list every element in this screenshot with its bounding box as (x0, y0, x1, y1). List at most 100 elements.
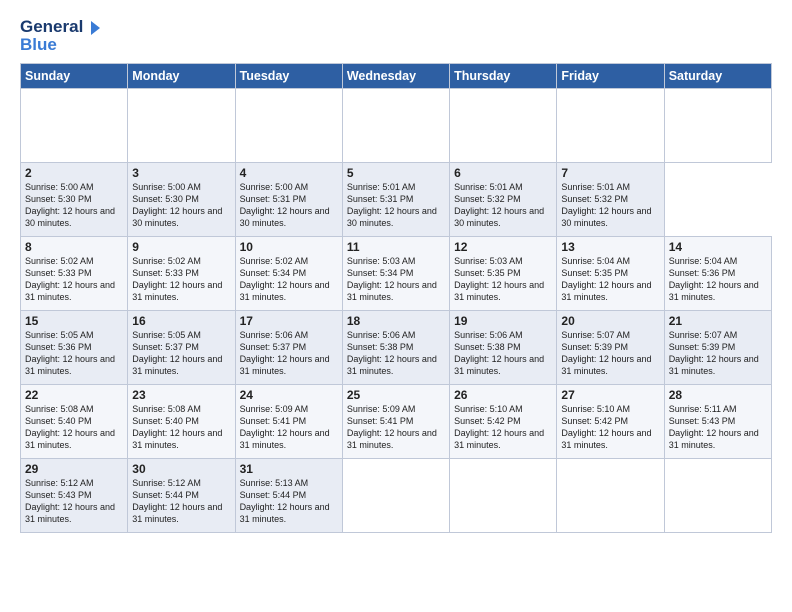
day-number: 25 (347, 388, 445, 402)
day-number: 20 (561, 314, 659, 328)
calendar-cell: 29 Sunrise: 5:12 AMSunset: 5:43 PMDayligh… (21, 458, 128, 532)
calendar-cell: 27 Sunrise: 5:10 AMSunset: 5:42 PMDayligh… (557, 384, 664, 458)
calendar-cell: 7 Sunrise: 5:01 AMSunset: 5:32 PMDaylight… (557, 162, 664, 236)
calendar-cell (450, 458, 557, 532)
calendar-table: SundayMondayTuesdayWednesdayThursdayFrid… (20, 63, 772, 533)
calendar-cell (342, 458, 449, 532)
cell-info: Sunrise: 5:06 AMSunset: 5:38 PMDaylight:… (454, 330, 544, 376)
day-number: 31 (240, 462, 338, 476)
cell-info: Sunrise: 5:11 AMSunset: 5:43 PMDaylight:… (669, 404, 759, 450)
page: General Blue SundayMondayTuesdayWednesda… (0, 0, 792, 612)
col-header-wednesday: Wednesday (342, 63, 449, 88)
col-header-thursday: Thursday (450, 63, 557, 88)
calendar-cell (450, 88, 557, 162)
cell-info: Sunrise: 5:07 AMSunset: 5:39 PMDaylight:… (561, 330, 651, 376)
day-number: 24 (240, 388, 338, 402)
cell-info: Sunrise: 5:01 AMSunset: 5:32 PMDaylight:… (454, 182, 544, 228)
col-header-monday: Monday (128, 63, 235, 88)
cell-info: Sunrise: 5:12 AMSunset: 5:44 PMDaylight:… (132, 478, 222, 524)
day-number: 14 (669, 240, 767, 254)
cell-info: Sunrise: 5:01 AMSunset: 5:32 PMDaylight:… (561, 182, 651, 228)
cell-info: Sunrise: 5:10 AMSunset: 5:42 PMDaylight:… (454, 404, 544, 450)
day-number: 15 (25, 314, 123, 328)
cell-info: Sunrise: 5:00 AMSunset: 5:30 PMDaylight:… (132, 182, 222, 228)
calendar-cell: 11Sunrise: 5:03 AMSunset: 5:34 PMDayligh… (342, 236, 449, 310)
calendar-cell: 16 Sunrise: 5:05 AMSunset: 5:37 PMDayligh… (128, 310, 235, 384)
calendar-cell: 15 Sunrise: 5:05 AMSunset: 5:36 PMDayligh… (21, 310, 128, 384)
cell-info: Sunrise: 5:10 AMSunset: 5:42 PMDaylight:… (561, 404, 651, 450)
cell-info: Sunrise: 5:08 AMSunset: 5:40 PMDaylight:… (132, 404, 222, 450)
calendar-cell: 10 Sunrise: 5:02 AMSunset: 5:34 PMDayligh… (235, 236, 342, 310)
cell-info: Sunrise: 5:02 AMSunset: 5:33 PMDaylight:… (132, 256, 222, 302)
calendar-cell: 18 Sunrise: 5:06 AMSunset: 5:38 PMDayligh… (342, 310, 449, 384)
cell-info: Sunrise: 5:01 AMSunset: 5:31 PMDaylight:… (347, 182, 437, 228)
day-number: 18 (347, 314, 445, 328)
day-number: 29 (25, 462, 123, 476)
calendar-cell: 4 Sunrise: 5:00 AMSunset: 5:31 PMDaylight… (235, 162, 342, 236)
day-number: 26 (454, 388, 552, 402)
cell-info: Sunrise: 5:03 AMSunset: 5:35 PMDaylight:… (454, 256, 544, 302)
col-header-sunday: Sunday (21, 63, 128, 88)
cell-info: Sunrise: 5:07 AMSunset: 5:39 PMDaylight:… (669, 330, 759, 376)
day-number: 10 (240, 240, 338, 254)
calendar-cell: 30 Sunrise: 5:12 AMSunset: 5:44 PMDayligh… (128, 458, 235, 532)
day-number: 2 (25, 166, 123, 180)
calendar-cell: 3 Sunrise: 5:00 AMSunset: 5:30 PMDaylight… (128, 162, 235, 236)
cell-info: Sunrise: 5:13 AMSunset: 5:44 PMDaylight:… (240, 478, 330, 524)
day-number: 5 (347, 166, 445, 180)
calendar-cell: 24 Sunrise: 5:09 AMSunset: 5:41 PMDayligh… (235, 384, 342, 458)
day-number: 6 (454, 166, 552, 180)
day-number: 19 (454, 314, 552, 328)
calendar-cell (664, 458, 771, 532)
calendar-cell (664, 88, 771, 162)
cell-info: Sunrise: 5:02 AMSunset: 5:33 PMDaylight:… (25, 256, 115, 302)
calendar-cell (557, 88, 664, 162)
calendar-cell: 8 Sunrise: 5:02 AMSunset: 5:33 PMDaylight… (21, 236, 128, 310)
calendar-cell (21, 88, 128, 162)
calendar-cell: 22 Sunrise: 5:08 AMSunset: 5:40 PMDayligh… (21, 384, 128, 458)
cell-info: Sunrise: 5:09 AMSunset: 5:41 PMDaylight:… (240, 404, 330, 450)
day-number: 13 (561, 240, 659, 254)
calendar-cell: 9 Sunrise: 5:02 AMSunset: 5:33 PMDaylight… (128, 236, 235, 310)
cell-info: Sunrise: 5:05 AMSunset: 5:36 PMDaylight:… (25, 330, 115, 376)
calendar-cell: 14 Sunrise: 5:04 AMSunset: 5:36 PMDayligh… (664, 236, 771, 310)
calendar-cell: 20 Sunrise: 5:07 AMSunset: 5:39 PMDayligh… (557, 310, 664, 384)
calendar-cell (342, 88, 449, 162)
cell-info: Sunrise: 5:08 AMSunset: 5:40 PMDaylight:… (25, 404, 115, 450)
calendar-cell: 6 Sunrise: 5:01 AMSunset: 5:32 PMDaylight… (450, 162, 557, 236)
calendar-cell (235, 88, 342, 162)
day-number: 12 (454, 240, 552, 254)
calendar-cell: 26 Sunrise: 5:10 AMSunset: 5:42 PMDayligh… (450, 384, 557, 458)
day-number: 30 (132, 462, 230, 476)
calendar-cell: 5 Sunrise: 5:01 AMSunset: 5:31 PMDaylight… (342, 162, 449, 236)
calendar-cell: 31 Sunrise: 5:13 AMSunset: 5:44 PMDayligh… (235, 458, 342, 532)
calendar-cell: 2Sunrise: 5:00 AMSunset: 5:30 PMDaylight… (21, 162, 128, 236)
col-header-tuesday: Tuesday (235, 63, 342, 88)
calendar-cell: 21 Sunrise: 5:07 AMSunset: 5:39 PMDayligh… (664, 310, 771, 384)
day-number: 8 (25, 240, 123, 254)
cell-info: Sunrise: 5:03 AMSunset: 5:34 PMDaylight:… (347, 256, 437, 302)
col-header-saturday: Saturday (664, 63, 771, 88)
col-header-friday: Friday (557, 63, 664, 88)
cell-info: Sunrise: 5:12 AMSunset: 5:43 PMDaylight:… (25, 478, 115, 524)
cell-info: Sunrise: 5:04 AMSunset: 5:35 PMDaylight:… (561, 256, 651, 302)
day-number: 21 (669, 314, 767, 328)
day-number: 4 (240, 166, 338, 180)
day-number: 27 (561, 388, 659, 402)
day-number: 22 (25, 388, 123, 402)
cell-info: Sunrise: 5:06 AMSunset: 5:38 PMDaylight:… (347, 330, 437, 376)
cell-info: Sunrise: 5:00 AMSunset: 5:31 PMDaylight:… (240, 182, 330, 228)
calendar-cell (557, 458, 664, 532)
day-number: 3 (132, 166, 230, 180)
cell-info: Sunrise: 5:05 AMSunset: 5:37 PMDaylight:… (132, 330, 222, 376)
header: General Blue (20, 18, 772, 53)
logo: General Blue (20, 18, 101, 53)
day-number: 7 (561, 166, 659, 180)
day-number: 23 (132, 388, 230, 402)
day-number: 16 (132, 314, 230, 328)
cell-info: Sunrise: 5:02 AMSunset: 5:34 PMDaylight:… (240, 256, 330, 302)
cell-info: Sunrise: 5:04 AMSunset: 5:36 PMDaylight:… (669, 256, 759, 302)
calendar-cell: 12 Sunrise: 5:03 AMSunset: 5:35 PMDayligh… (450, 236, 557, 310)
cell-info: Sunrise: 5:06 AMSunset: 5:37 PMDaylight:… (240, 330, 330, 376)
day-number: 9 (132, 240, 230, 254)
